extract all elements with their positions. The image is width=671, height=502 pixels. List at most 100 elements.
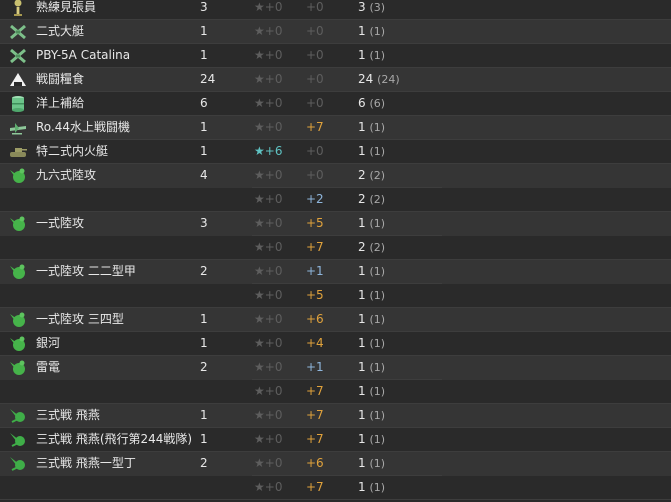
table-row[interactable]: 一式陸攻 三四型 1 ★+0 +6 1 (1) <box>0 308 671 332</box>
equipment-name: 銀河 <box>36 336 61 350</box>
total-available: (1) <box>369 385 386 398</box>
proficiency-level: +7 <box>306 120 324 134</box>
improvement-level: ★+0 <box>254 120 283 134</box>
total-count: 1 (1) <box>358 452 385 475</box>
amphibious-tank-icon <box>8 142 28 162</box>
improvement-level: ★+0 <box>254 336 283 350</box>
equipment-name: 三式戦 飛燕(飛行第244戦隊) <box>36 432 192 446</box>
table-row[interactable]: ★+0 +2 2 (2) <box>0 188 671 212</box>
total-count: 6 (6) <box>358 92 385 115</box>
improvement-level: ★+0 <box>254 216 283 230</box>
total-count: 24 (24) <box>358 68 400 91</box>
equipment-name: 一式陸攻 <box>36 216 85 230</box>
table-row[interactable]: 一式陸攻 二二型甲 2 ★+0 +1 1 (1) <box>0 260 671 284</box>
seaplane-fighter-icon <box>8 118 28 138</box>
improvement-level: ★+0 <box>254 48 283 62</box>
equipment-count: 2 <box>200 360 208 374</box>
table-row[interactable]: 三式戦 飛燕 1 ★+0 +7 1 (1) <box>0 404 671 428</box>
total-available: (1) <box>369 217 386 230</box>
equipment-count: 24 <box>200 72 216 86</box>
table-row[interactable]: ★+0 +5 1 (1) <box>0 284 671 308</box>
total-value: 1 <box>358 216 366 230</box>
table-row[interactable]: Ro.44水上戦闘機 1 ★+0 +7 1 (1) <box>0 116 671 140</box>
proficiency-level: +7 <box>306 480 324 494</box>
proficiency-level: +0 <box>306 24 324 38</box>
proficiency-level: +1 <box>306 264 324 278</box>
improvement-level: ★+0 <box>254 168 283 182</box>
table-row[interactable]: ★+0 +7 2 (2) <box>0 236 671 260</box>
total-available: (1) <box>369 457 386 470</box>
table-row[interactable]: 三式戦 飛燕一型丁 2 ★+0 +6 1 (1) <box>0 452 671 476</box>
proficiency-level: +0 <box>306 72 324 86</box>
equipment-count: 2 <box>200 264 208 278</box>
table-row[interactable]: ★+0 +7 1 (1) <box>0 380 671 404</box>
improvement-level: ★+0 <box>254 408 283 422</box>
equipment-name: 戦闘糧食 <box>36 72 85 86</box>
land-fighter-icon <box>8 430 28 450</box>
total-count: 3 (3) <box>358 0 385 19</box>
equipment-count: 6 <box>200 96 208 110</box>
improvement-level: ★+0 <box>254 480 283 494</box>
equipment-name: 九六式陸攻 <box>36 168 97 182</box>
total-count: 1 (1) <box>358 404 385 427</box>
total-count: 1 (1) <box>358 356 385 379</box>
total-count: 1 (1) <box>358 20 385 43</box>
equipment-name: 三式戦 飛燕一型丁 <box>36 456 136 470</box>
total-count: 1 (1) <box>358 332 385 355</box>
table-row[interactable]: PBY-5A Catalina 1 ★+0 +0 1 (1) <box>0 44 671 68</box>
total-count: 1 (1) <box>358 212 385 235</box>
table-row[interactable]: 特二式内火艇 1 ★+6 +0 1 (1) <box>0 140 671 164</box>
table-row[interactable]: 三式戦 飛燕(飛行第244戦隊) 1 ★+0 +7 1 (1) <box>0 428 671 452</box>
table-row[interactable]: ★+0 +7 1 (1) <box>0 476 671 500</box>
total-value: 1 <box>358 456 366 470</box>
table-row[interactable]: 雷電 2 ★+0 +1 1 (1) <box>0 356 671 380</box>
total-value: 2 <box>358 168 366 182</box>
table-row[interactable]: 洋上補給 6 ★+0 +0 6 (6) <box>0 92 671 116</box>
proficiency-level: +1 <box>306 360 324 374</box>
lookout-icon <box>8 0 28 18</box>
equipment-count: 1 <box>200 144 208 158</box>
total-value: 1 <box>358 288 366 302</box>
table-row[interactable]: 戦闘糧食 24 ★+0 +0 24 (24) <box>0 68 671 92</box>
total-available: (1) <box>369 289 386 302</box>
improvement-level: ★+0 <box>254 72 283 86</box>
table-row[interactable]: 九六式陸攻 4 ★+0 +0 2 (2) <box>0 164 671 188</box>
land-fighter-icon <box>8 454 28 474</box>
total-value: 24 <box>358 72 374 86</box>
land-attacker-icon <box>8 358 28 378</box>
total-available: (3) <box>369 1 386 14</box>
equipment-count: 1 <box>200 336 208 350</box>
equipment-name: 特二式内火艇 <box>36 144 109 158</box>
total-value: 1 <box>358 264 366 278</box>
total-value: 1 <box>358 360 366 374</box>
total-available: (1) <box>369 25 386 38</box>
total-value: 1 <box>358 144 366 158</box>
land-attacker-icon <box>8 214 28 234</box>
proficiency-level: +7 <box>306 384 324 398</box>
equipment-count: 2 <box>200 456 208 470</box>
total-count: 2 (2) <box>358 164 385 187</box>
proficiency-level: +0 <box>306 0 324 14</box>
rations-icon <box>8 70 28 90</box>
equipment-name: 一式陸攻 三四型 <box>36 312 124 326</box>
total-value: 1 <box>358 48 366 62</box>
total-available: (1) <box>369 433 386 446</box>
total-value: 6 <box>358 96 366 110</box>
flying-boat-icon <box>8 22 28 42</box>
table-row[interactable]: 二式大艇 1 ★+0 +0 1 (1) <box>0 20 671 44</box>
equipment-count: 1 <box>200 312 208 326</box>
total-count: 2 (2) <box>358 188 385 211</box>
table-row[interactable]: 一式陸攻 3 ★+0 +5 1 (1) <box>0 212 671 236</box>
total-available: (1) <box>369 49 386 62</box>
table-row[interactable]: 銀河 1 ★+0 +4 1 (1) <box>0 332 671 356</box>
equipment-name: 熟練見張員 <box>36 0 97 14</box>
proficiency-level: +5 <box>306 288 324 302</box>
improvement-level: ★+0 <box>254 456 283 470</box>
table-row[interactable]: 熟練見張員 3 ★+0 +0 3 (3) <box>0 0 671 20</box>
equipment-name: PBY-5A Catalina <box>36 48 131 62</box>
total-value: 1 <box>358 24 366 38</box>
land-attacker-icon <box>8 166 28 186</box>
proficiency-level: +2 <box>306 192 324 206</box>
improvement-level: ★+0 <box>254 0 283 14</box>
proficiency-level: +4 <box>306 336 324 350</box>
